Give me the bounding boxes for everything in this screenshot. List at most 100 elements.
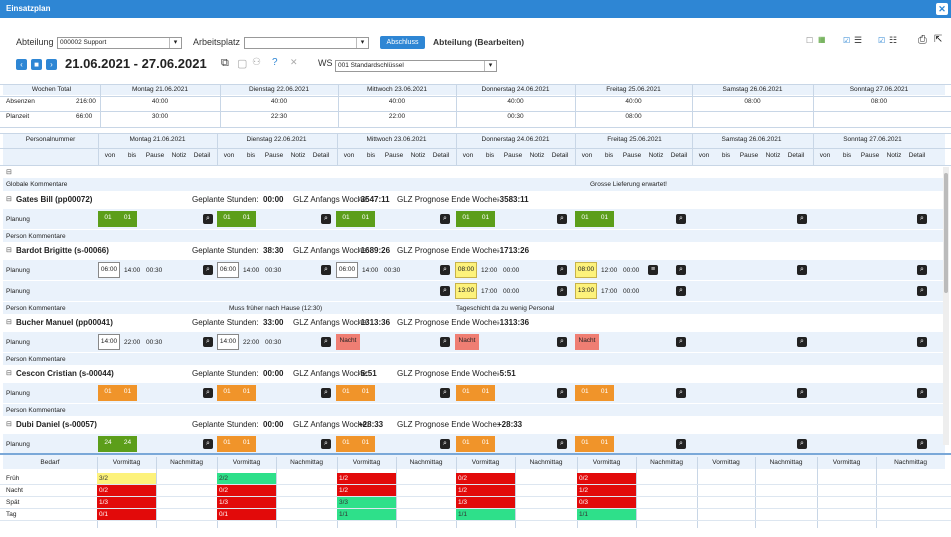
prev-week-icon[interactable]: ‹ [16,59,27,70]
shift-pill[interactable]: 14:00 [217,334,239,350]
help-icon[interactable]: ? [272,57,278,68]
shift-pill[interactable]: 01 [456,436,476,452]
detail-search-icon[interactable]: ⌕ [321,265,331,275]
shift-pill[interactable]: 01 [575,436,595,452]
shift-pill[interactable]: 06:00 [336,262,358,278]
shift-pill[interactable]: Nacht [575,334,599,350]
detail-search-icon[interactable]: ⌕ [557,388,567,398]
scrollbar-thumb[interactable] [944,173,948,293]
detail-search-icon[interactable]: ⌕ [440,214,450,224]
shift-pill[interactable]: 24 [118,436,137,452]
grid-view-icon[interactable]: ▦ [818,35,826,44]
detail-search-icon[interactable]: ⌕ [203,214,213,224]
shift-pill[interactable]: 01 [595,211,614,227]
detail-search-icon[interactable]: ⌕ [440,439,450,449]
bedarf-value[interactable]: 0/2 [97,485,156,496]
detail-search-icon[interactable]: ⌕ [676,265,686,275]
detail-search-icon[interactable]: ⌕ [917,286,927,296]
detail-search-icon[interactable]: ⌕ [440,388,450,398]
collapse-icon[interactable]: ✕ [290,57,298,68]
detail-search-icon[interactable]: ⌕ [203,337,213,347]
shift-pill[interactable]: 01 [237,211,256,227]
detail-search-icon[interactable]: ⌕ [321,337,331,347]
detail-search-icon[interactable]: ⌕ [321,388,331,398]
shift-pill[interactable]: 14:00 [98,334,120,350]
list-view-icon[interactable]: ☰ [854,35,862,46]
detail-search-icon[interactable]: ⌕ [557,337,567,347]
chevron-down-icon[interactable]: ▾ [356,38,368,48]
shift-pill[interactable]: 08:00 [575,262,597,278]
detail-search-icon[interactable]: ⌕ [557,439,567,449]
bedarf-value[interactable]: 1/1 [456,509,515,520]
shift-pill[interactable]: 01 [595,436,614,452]
detail-search-icon[interactable]: ⌕ [797,337,807,347]
shift-pill[interactable]: Nacht [336,334,360,350]
shift-pill[interactable]: 01 [476,211,495,227]
bedarf-value[interactable]: 2/2 [217,473,276,484]
shift-pill[interactable]: 01 [118,385,137,401]
bedarf-value[interactable]: 0/2 [577,473,636,484]
shift-pill[interactable]: 01 [476,436,495,452]
abteilung-select[interactable]: 000002 Support ▾ [57,37,182,49]
shift-pill[interactable]: 08:00 [455,262,477,278]
shift-pill[interactable]: 01 [595,385,614,401]
chevron-down-icon[interactable]: ▾ [169,38,181,48]
ws-select[interactable]: 001 Standardschlüssel ▾ [335,60,497,72]
checkbox-empty-icon[interactable]: ☐ [806,36,813,45]
shift-pill[interactable]: 13:00 [575,283,597,299]
close-icon[interactable]: ✕ [936,3,948,15]
detail-search-icon[interactable]: ⌕ [797,388,807,398]
detail-search-icon[interactable]: ⌕ [797,214,807,224]
detail-search-icon[interactable]: ⌕ [440,337,450,347]
bedarf-value[interactable]: 3/3 [337,497,396,508]
detail-search-icon[interactable]: ⌕ [917,265,927,275]
shift-pill[interactable]: 01 [575,211,595,227]
shift-pill[interactable]: 06:00 [217,262,239,278]
abschluss-button[interactable]: Abschluss [380,36,425,49]
detail-search-icon[interactable]: ⌕ [321,214,331,224]
shift-pill[interactable]: 01 [356,211,375,227]
detail-search-icon[interactable]: ⌕ [917,439,927,449]
bedarf-value[interactable]: 1/2 [337,473,396,484]
bedarf-value[interactable]: 1/1 [337,509,396,520]
bedarf-value[interactable]: 1/3 [97,497,156,508]
external-link-icon[interactable]: ⇱ [934,34,942,45]
detail-search-icon[interactable]: ⌕ [676,286,686,296]
detail-search-icon[interactable]: ⌕ [676,214,686,224]
shift-pill[interactable]: 01 [237,385,256,401]
shift-pill[interactable]: 01 [336,385,356,401]
clipboard-icon[interactable]: ▢ [237,57,247,70]
shift-pill[interactable]: 01 [336,436,356,452]
checkbox-checked-icon[interactable]: ☑ [878,36,885,45]
shift-pill[interactable]: 01 [456,385,476,401]
detail-search-icon[interactable]: ⌕ [440,265,450,275]
detail-search-icon[interactable]: ⌕ [797,439,807,449]
detail-search-icon[interactable]: ⌕ [203,388,213,398]
detail-search-icon[interactable]: ⌕ [321,439,331,449]
detail-search-icon[interactable]: ⌕ [676,388,686,398]
bedarf-value[interactable]: 0/2 [456,473,515,484]
shift-pill[interactable]: 01 [98,385,118,401]
detail-search-icon[interactable]: ⌕ [797,265,807,275]
bedarf-value[interactable]: 1/2 [337,485,396,496]
shift-pill[interactable]: 01 [237,436,256,452]
shift-pill[interactable]: Nacht [455,334,479,350]
bedarf-value[interactable]: 3/2 [97,473,156,484]
shift-pill[interactable]: 01 [217,385,237,401]
note-icon[interactable]: ≡ [648,265,658,275]
collapse-icon[interactable]: ⊟ [6,420,12,428]
collapse-icon[interactable]: ⊟ [6,369,12,377]
detail-search-icon[interactable]: ⌕ [557,265,567,275]
collapse-icon[interactable]: ⊟ [6,195,12,203]
detail-search-icon[interactable]: ⌕ [203,439,213,449]
add-user-icon[interactable]: ⚇ [252,57,261,68]
print-icon[interactable]: ⎙ [918,34,927,47]
shift-pill[interactable]: 01 [217,436,237,452]
bedarf-value[interactable]: 1/2 [577,485,636,496]
shift-pill[interactable]: 01 [456,211,476,227]
bedarf-value[interactable]: 0/2 [217,485,276,496]
next-week-icon[interactable]: › [46,59,57,70]
bedarf-value[interactable]: 0/3 [577,497,636,508]
shift-pill[interactable]: 01 [118,211,137,227]
detail-search-icon[interactable]: ⌕ [676,337,686,347]
